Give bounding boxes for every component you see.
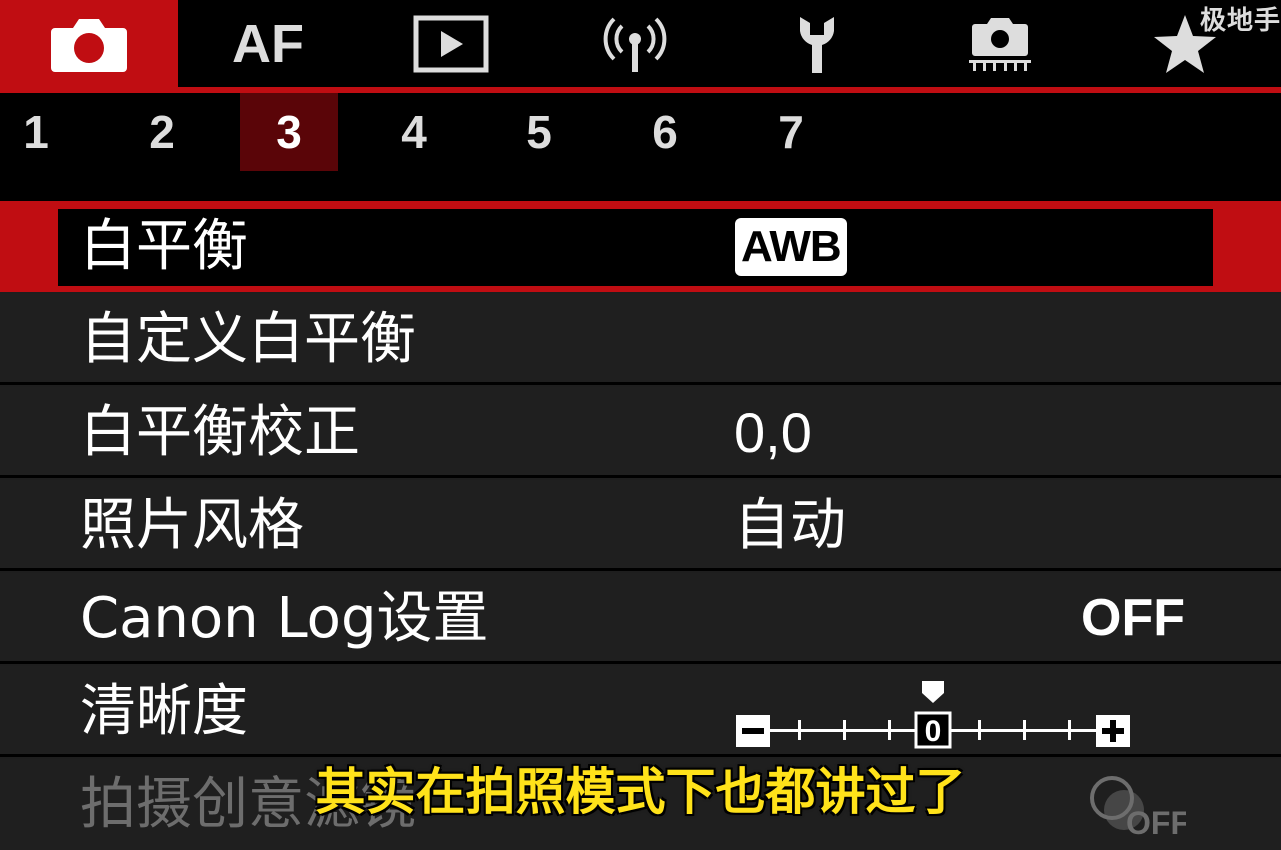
menu-item-value: 0,0 [734, 401, 812, 464]
menu-item-label: 白平衡校正 [80, 400, 360, 465]
menu-item-label: 白平衡 [80, 214, 248, 279]
page-number-row: 1 2 3 4 5 6 7 [0, 93, 1281, 201]
menu-list: 白平衡 AWB 自定义白平衡 白平衡校正 0,0 照片风格 自动 Canon L… [0, 201, 1281, 850]
menu-item-value: 自动 [734, 493, 846, 558]
menu-item-value: OFF [1081, 589, 1185, 647]
tab-setup[interactable] [742, 0, 892, 87]
tab-wireless[interactable] [560, 0, 710, 87]
page-4[interactable]: 4 [365, 93, 463, 171]
playback-icon [413, 15, 489, 72]
tab-playback[interactable] [376, 0, 526, 87]
page-3[interactable]: 3 [240, 93, 338, 171]
wireless-icon [603, 17, 667, 72]
menu-item-custom-white-balance[interactable]: 自定义白平衡 [0, 294, 1281, 385]
video-subtitle: 其实在拍照模式下也都讲过了 [315, 763, 966, 821]
tab-shooting[interactable] [0, 0, 178, 87]
custom-camera-icon [969, 17, 1031, 71]
watermark-text: 极地手 [1199, 6, 1281, 36]
page-5[interactable]: 5 [490, 93, 588, 171]
menu-item-canon-log[interactable]: Canon Log设置 OFF [0, 573, 1281, 664]
page-7[interactable]: 7 [742, 93, 840, 171]
category-tab-bar: AF 极地手 [0, 0, 1281, 87]
menu-item-label: 清晰度 [80, 679, 248, 744]
af-icon: AF [232, 13, 304, 74]
page-2[interactable]: 2 [113, 93, 211, 171]
awb-badge: AWB [735, 218, 847, 276]
scale-pointer-icon [922, 681, 944, 703]
setup-wrench-icon [800, 16, 834, 73]
menu-item-wb-shift[interactable]: 白平衡校正 0,0 [0, 387, 1281, 478]
clarity-scale: 0 [736, 681, 1130, 749]
page-1[interactable]: 1 [0, 93, 85, 171]
tab-af[interactable]: AF [193, 0, 343, 87]
menu-item-label: 照片风格 [80, 493, 304, 558]
tab-custom-functions[interactable] [925, 0, 1075, 87]
menu-item-label: Canon Log设置 [80, 586, 489, 651]
menu-item-label: 自定义白平衡 [80, 307, 416, 372]
menu-item-white-balance[interactable]: 白平衡 AWB [0, 201, 1281, 292]
menu-item-picture-style[interactable]: 照片风格 自动 [0, 480, 1281, 571]
shooting-icon [51, 18, 127, 72]
scale-zero-label: 0 [925, 715, 942, 748]
page-6[interactable]: 6 [616, 93, 714, 171]
